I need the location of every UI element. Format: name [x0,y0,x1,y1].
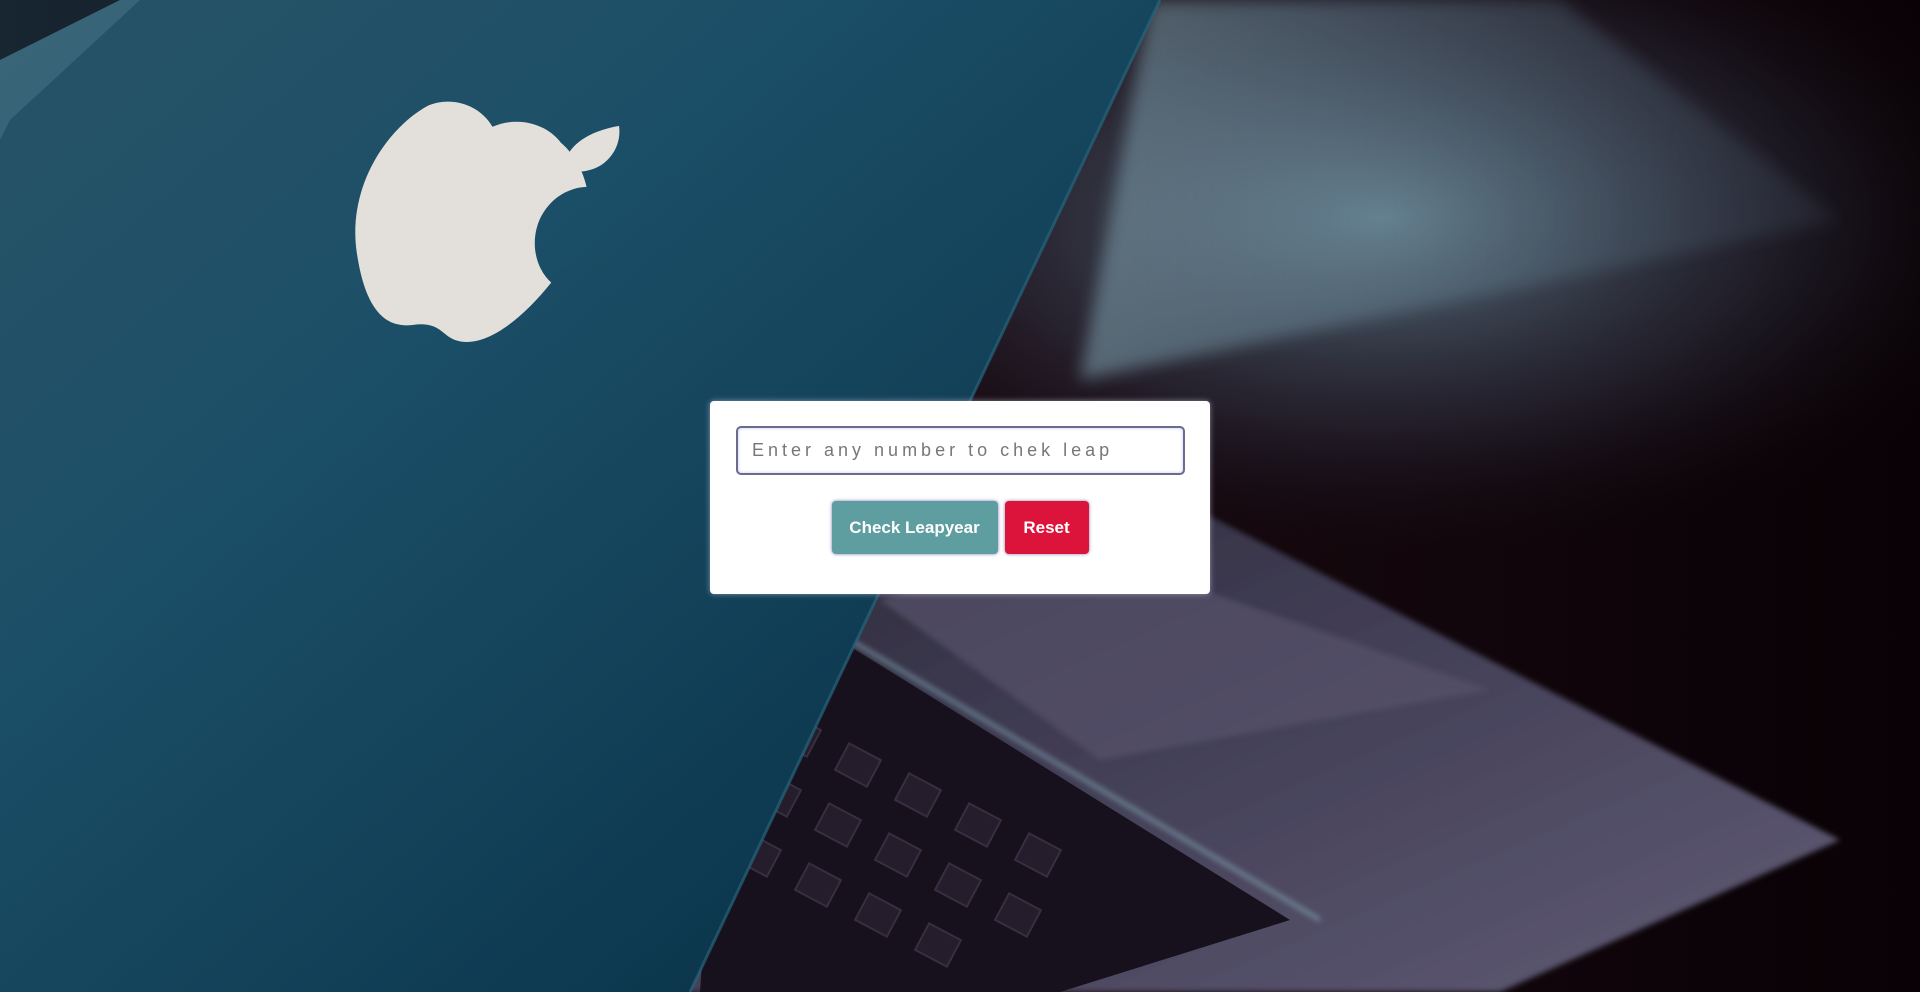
year-number-input[interactable] [736,426,1185,475]
check-leapyear-button[interactable]: Check Leapyear [831,501,998,554]
button-row: Check Leapyear Reset [710,501,1210,554]
leapyear-form-card: Check Leapyear Reset [710,401,1210,594]
reset-button[interactable]: Reset [1004,501,1089,554]
page: Check Leapyear Reset [0,0,1920,992]
